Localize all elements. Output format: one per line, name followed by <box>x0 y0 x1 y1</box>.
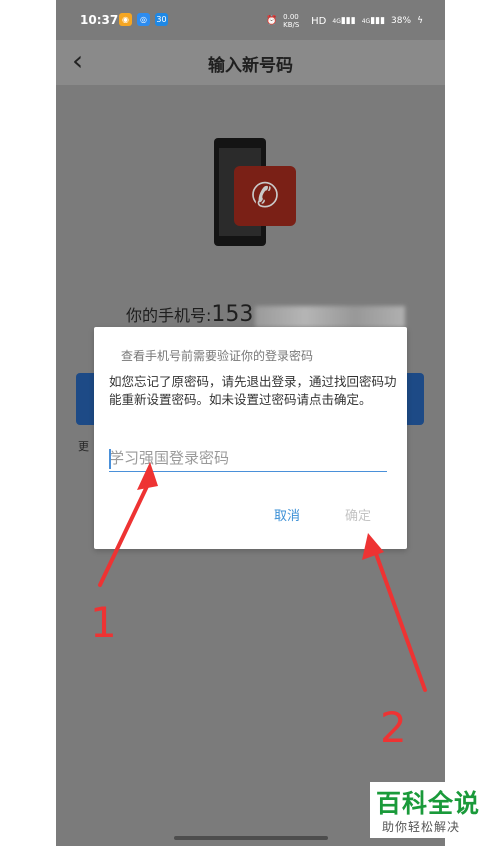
arrow-head-1 <box>137 462 158 490</box>
annotation-arrows <box>98 462 427 692</box>
arrow-head-2 <box>362 533 384 560</box>
watermark-title: 百科全说 <box>376 789 481 818</box>
watermark: 百科全说 助你轻松解决 <box>370 782 488 838</box>
annotation-number-1: 1 <box>90 598 117 647</box>
annotation-number-2: 2 <box>380 703 407 752</box>
arrow-line-1 <box>98 478 152 587</box>
watermark-subtitle: 助你轻松解决 <box>382 820 461 834</box>
arrow-line-2 <box>372 546 427 692</box>
